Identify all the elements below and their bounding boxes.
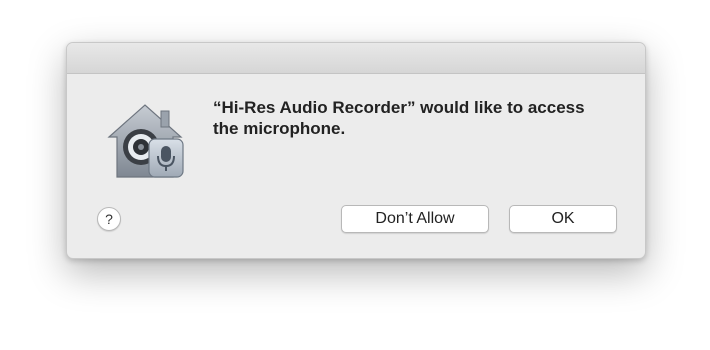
help-button[interactable]: ? [97, 207, 121, 231]
question-mark-icon: ? [105, 211, 113, 227]
dialog-titlebar[interactable] [67, 43, 645, 74]
ok-button[interactable]: OK [509, 205, 617, 233]
dont-allow-button[interactable]: Don’t Allow [341, 205, 489, 233]
microphone-permission-dialog: “Hi-Res Audio Recorder” would like to ac… [66, 42, 646, 259]
security-microphone-icon [103, 99, 187, 183]
permission-message: “Hi-Res Audio Recorder” would like to ac… [213, 98, 585, 138]
